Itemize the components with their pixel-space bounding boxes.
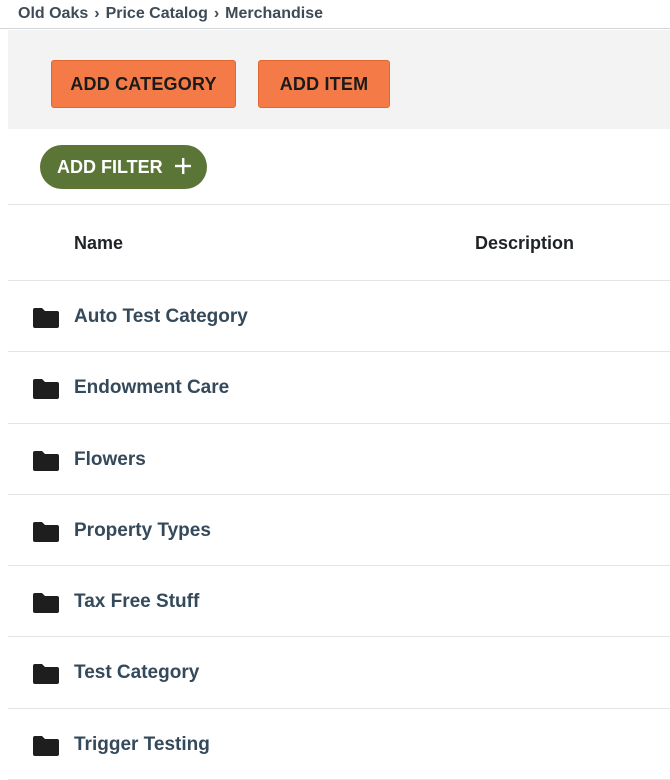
add-filter-label: ADD FILTER [57,156,163,177]
row-name: Flowers [74,448,146,470]
folder-icon [33,664,59,685]
table-row[interactable]: Test Category [8,637,670,709]
breadcrumb: Old Oaks › Price Catalog › Merchandise [0,0,670,29]
table-header: Name Description [8,205,670,281]
table-row[interactable]: Flowers [8,424,670,495]
breadcrumb-item-price-catalog[interactable]: Price Catalog [106,5,208,23]
breadcrumb-item-merchandise: Merchandise [225,5,323,22]
folder-icon [33,735,59,756]
table-row[interactable]: Trigger Testing [8,709,670,780]
table-row[interactable]: Tax Free Stuff [8,566,670,638]
action-toolbar: ADD CATEGORY ADD ITEM [8,30,670,129]
row-name: Tax Free Stuff [74,591,200,613]
folder-icon [33,379,59,400]
table-row[interactable]: Endowment Care [8,352,670,424]
row-name: Auto Test Category [74,306,248,327]
table-row[interactable]: Property Types [8,495,670,567]
plus-icon [175,158,191,174]
folder-icon [33,308,59,328]
add-item-button[interactable]: ADD ITEM [258,60,390,108]
breadcrumb-item-old-oaks[interactable]: Old Oaks [18,5,88,23]
folder-icon [33,521,59,542]
folder-icon [33,450,59,471]
filter-bar: ADD FILTER [8,129,670,205]
row-name: Endowment Care [74,377,230,399]
breadcrumb-separator: › [213,5,220,22]
column-header-name[interactable]: Name [74,233,123,254]
add-category-button[interactable]: ADD CATEGORY [51,60,236,108]
catalog-table: Name Description Auto Test Category Endo… [8,205,670,780]
table-row[interactable]: Auto Test Category [8,281,670,353]
add-filter-button[interactable]: ADD FILTER [40,145,207,189]
row-name: Property Types [74,519,211,541]
column-header-description[interactable]: Description [475,233,574,254]
folder-icon [33,593,59,614]
row-name: Test Category [74,662,200,684]
breadcrumb-separator: › [94,5,100,22]
